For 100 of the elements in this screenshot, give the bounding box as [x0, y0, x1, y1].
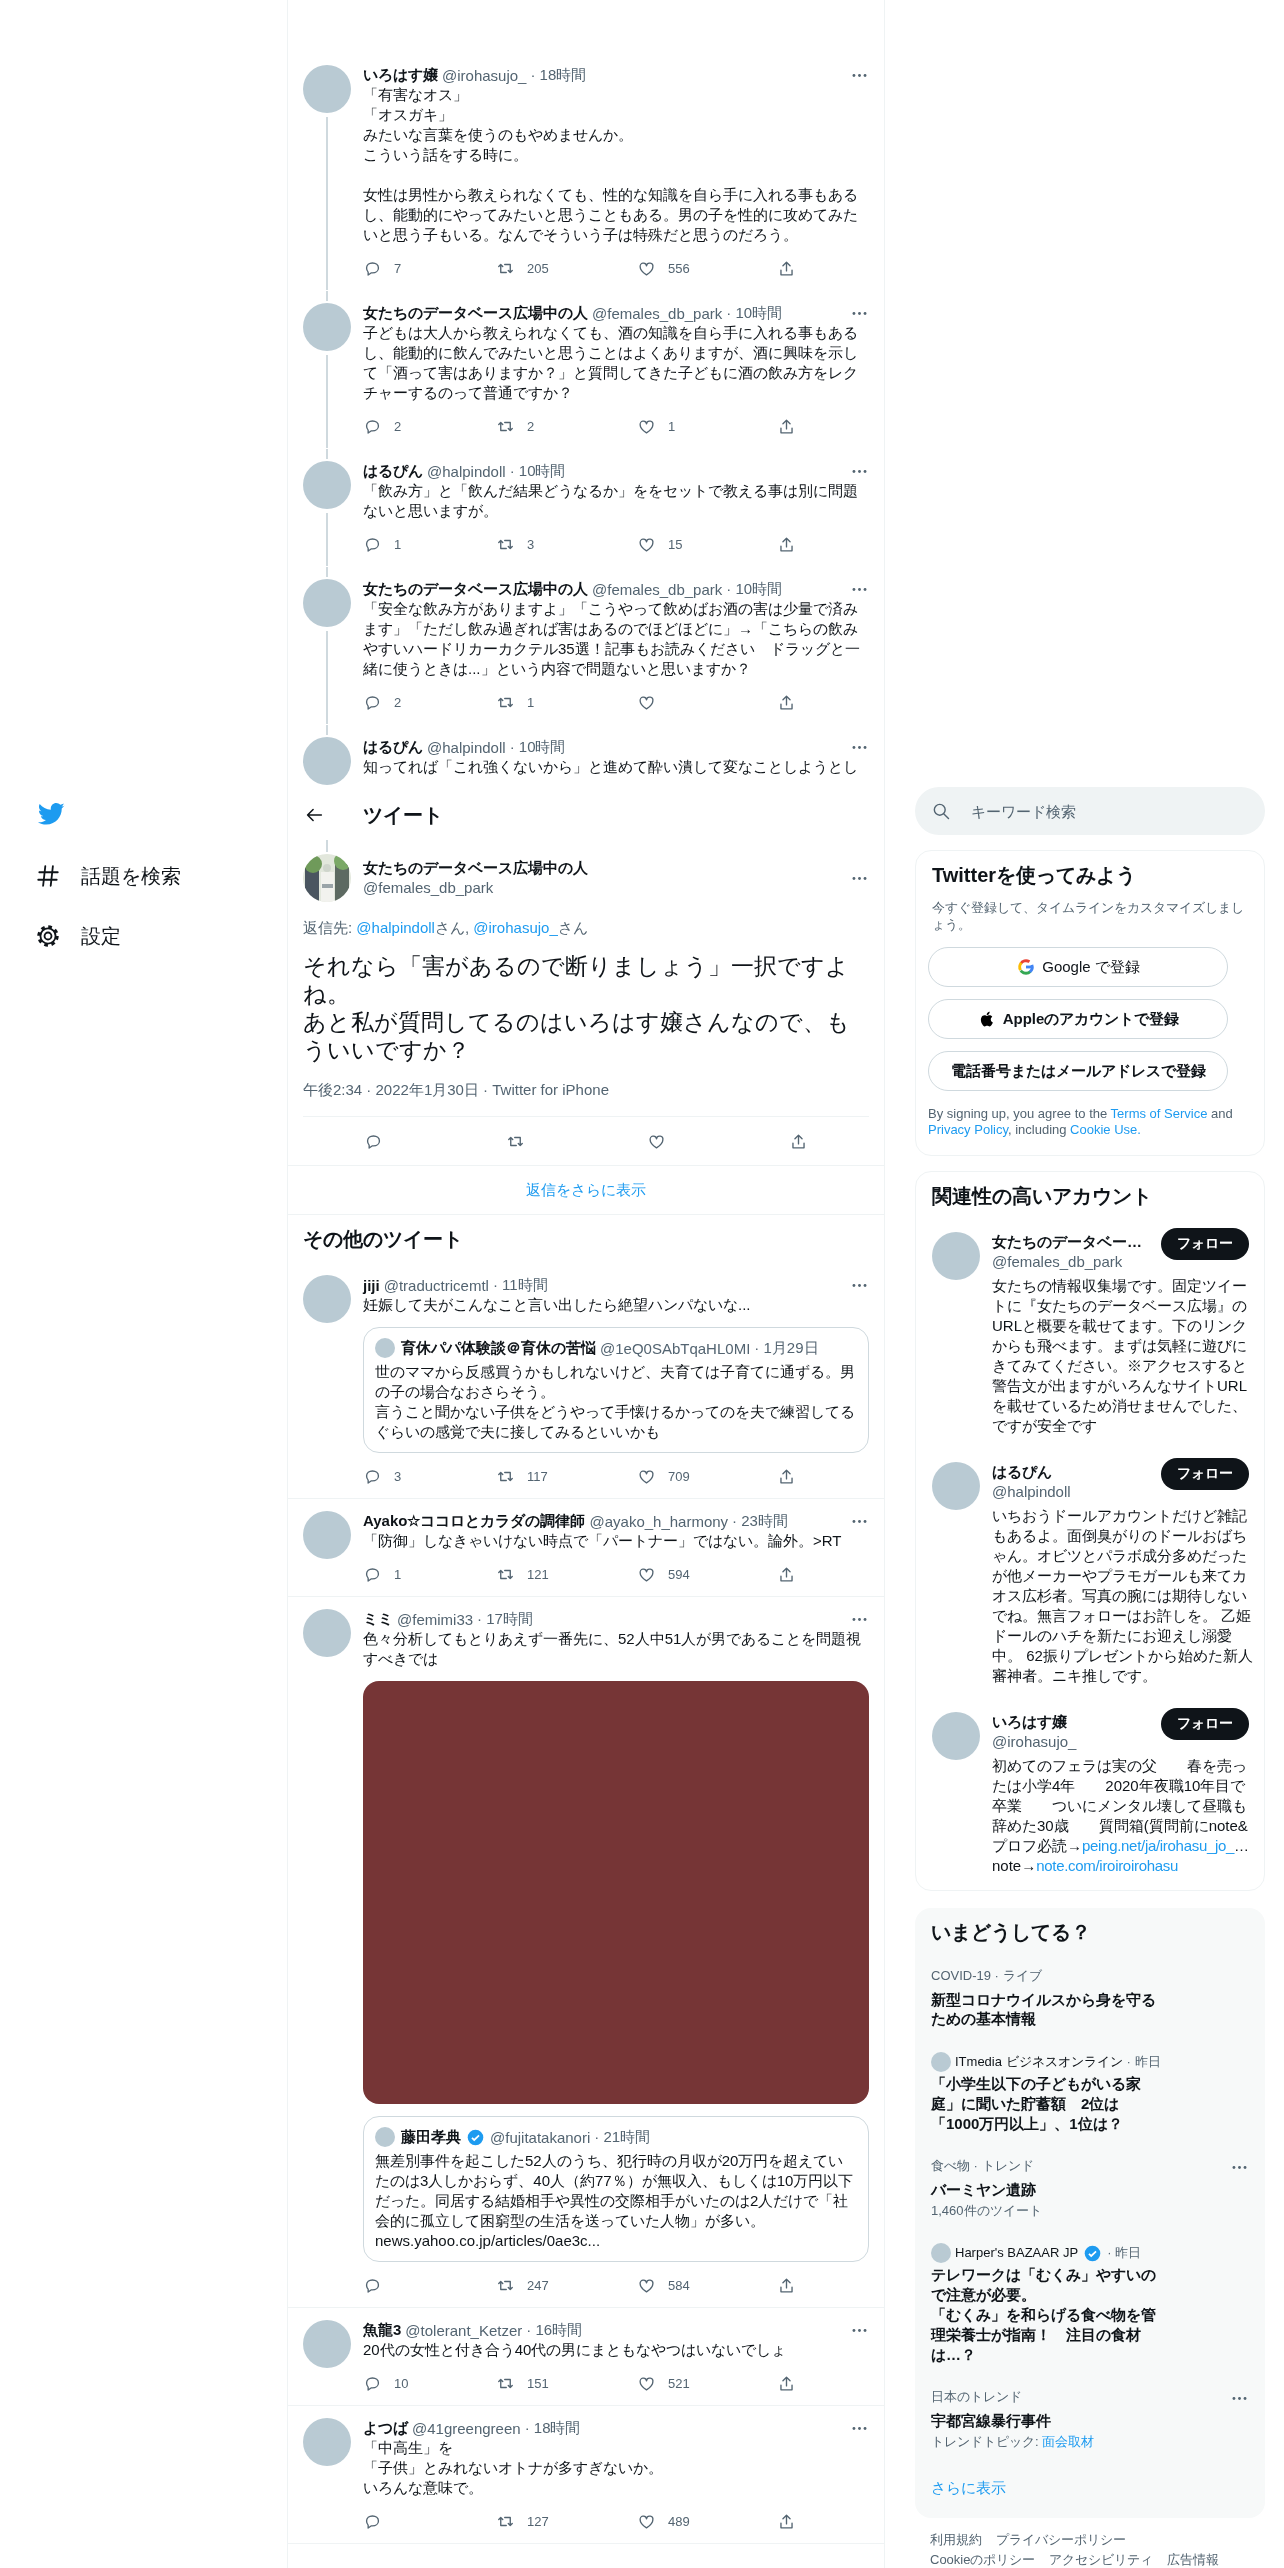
avatar[interactable]: [303, 1275, 351, 1323]
tweet-time: · 10時間: [509, 461, 566, 481]
quoted-tweet[interactable]: 藤田孝典 @fujitatakanori · 21時間 無差別事件を起こした52人のうち、犯行時の月収が20万円を超えていたのは3人しかおらず、40人（約77％）が無収入、もしくは10万円以下だった。同居する結婚相手や異性の交際相手がいたのは2人だけで「社会的に孤立して困窮型の生活を送っていた人物」が多い。 news.yahoo.co.jp/articles/0ae3c...: [363, 2116, 869, 2262]
tweet-text: 「飲み方」と「飲んだ結果どうなるか」ををセットで教える事は別に問題ないと思いますが。: [363, 481, 859, 521]
avatar[interactable]: [303, 579, 351, 627]
author-name: よつば: [363, 2418, 408, 2438]
author-handle: @ayako_h_harmony: [589, 1512, 729, 1530]
avatar[interactable]: [303, 303, 351, 351]
account-name: はるぴん: [992, 1462, 1053, 1482]
follow-button[interactable]: フォロー: [1161, 1228, 1249, 1260]
page-title: ツイート: [363, 802, 443, 828]
share-icon: [777, 416, 796, 436]
account-handle: @irohasujo_: [992, 1732, 1077, 1752]
share-icon: [777, 2511, 796, 2531]
retweet-button[interactable]: 2: [496, 416, 637, 436]
avatar: [375, 1338, 395, 1358]
author-handle: @fujitatakanori: [490, 2128, 591, 2146]
retweet-button[interactable]: 205: [496, 258, 637, 278]
like-button[interactable]: 709: [637, 1466, 777, 1486]
tweet-time: · 17時間: [477, 1609, 533, 1629]
author-name: 女たちのデータベース広場中の人: [363, 303, 588, 323]
tweet-text: 言うこと聞かない子供をどうやって手懐けるかってのを夫で練習してるぐらいの感覚で夫に接してみるといいかも: [375, 1402, 856, 1442]
follow-button[interactable]: フォロー: [1161, 1458, 1249, 1490]
hash-icon: [35, 863, 61, 889]
retweet-button[interactable]: 247: [496, 2275, 637, 2295]
tweet-text: 妊娠して夫がこんなこと言い出したら絶望ハンパないな...: [363, 1295, 752, 1315]
search-icon: [931, 801, 951, 821]
like-button[interactable]: 1: [637, 416, 777, 436]
tweet-text: 「子供」とみれないオトナが多すぎないか。: [363, 2458, 664, 2478]
author-name: はるぴん: [363, 737, 423, 757]
avatar[interactable]: [303, 2320, 351, 2368]
reply-button[interactable]: 1: [363, 534, 496, 554]
trend-item[interactable]: ITmedia ビジネスオンライン · 昨日 「小学生以下の子どもがいる家庭」に聞いた貯蓄額 2位は「1000万円以上」、1位は？: [915, 2040, 1265, 2146]
card-title: いまどうしてる？: [930, 1920, 1092, 1945]
tweet-text: こういう話をする時に。: [363, 145, 529, 165]
avatar[interactable]: [303, 2418, 351, 2466]
share-icon: [777, 2275, 796, 2295]
section-title: その他のツイート: [302, 1227, 464, 1252]
trend-item[interactable]: 日本のトレンド 宇都宮線暴行事件 トレンドトピック: 面会取材: [915, 2377, 1265, 2462]
author-name: 魚龍3: [363, 2320, 402, 2340]
quoted-tweet[interactable]: 育休パパ体験談＠育休の苦悩 @1eQ0SAbTqaHL0MI · 1月29日 世のママから反感買うかもしれないけど、夫育ては子育てに通ずる。男の子の場合なおさらそう。 言うこと聞かない子供をどうやって手懐けるかってのを夫で練習してるぐらいの感覚で夫に接してみるといいかも: [363, 1327, 869, 1453]
footer-link[interactable]: 利用規約: [930, 2530, 982, 2550]
footer-link[interactable]: 広告情報: [1167, 2550, 1220, 2568]
news-headline: 「むくみ」を和らげる食べ物を管理栄養士が指南！ 注目の食材は…？: [931, 2305, 1157, 2365]
like-button[interactable]: 556: [637, 258, 777, 278]
trend-item[interactable]: Harper's BAZAAR JP · 昨日 テレワークは「むくみ」やすいので注意が必要。 「むくみ」を和らげる食べ物を管理栄養士が指南！ 注目の食材は…？: [915, 2231, 1265, 2377]
card-subtitle: 今すぐ登録して、タイムラインをカスタマイズしましょう。: [931, 899, 1245, 933]
trend-item[interactable]: COVID-19 · ライブ 新型コロナウイルスから身を守るための基本情報: [915, 1956, 1265, 2040]
nav-link[interactable]: 話題を検索: [35, 846, 287, 906]
share-icon: [777, 1564, 796, 1584]
reply-button[interactable]: 10: [363, 2373, 496, 2393]
author-handle: @females_db_park: [363, 878, 495, 898]
reply-button[interactable]: 1: [363, 1564, 496, 1584]
like-button[interactable]: 584: [637, 2275, 777, 2295]
account-name: いろはす嬢: [992, 1712, 1068, 1732]
avatar[interactable]: [303, 1511, 351, 1559]
avatar[interactable]: [303, 737, 351, 785]
link[interactable]: news.yahoo.co.jp/articles/0ae3c...: [375, 2231, 857, 2251]
like-button[interactable]: 489: [637, 2511, 777, 2531]
account-bio: 初めてのフェラは実の父 春を売ったは小学4年 2020年夜職10年目で卒業 ついにメンタル壊して昼職も辞めた30歳 質問箱(質問前にnote&プロフ必読→peing.net/ja/irohasu_jo_… note→note.com/iroiroirohasu: [992, 1756, 1251, 1876]
author-handle: @tolerant_Ketzer: [405, 2321, 523, 2339]
footer-link[interactable]: プライバシーポリシー: [996, 2530, 1126, 2550]
footer-link[interactable]: Cookieのポリシー: [930, 2550, 1036, 2568]
tweet-time: · 10時間: [509, 737, 566, 757]
retweet-button[interactable]: 1: [496, 692, 637, 712]
like-button[interactable]: 594: [637, 1564, 777, 1584]
retweet-button[interactable]: 151: [496, 2373, 637, 2393]
author-handle: @traductricemtl: [383, 1276, 489, 1294]
author-name: 藤田孝典: [401, 2127, 461, 2147]
author-name: 女たちのデータベース広場中の人: [363, 858, 588, 878]
share-icon: [777, 258, 796, 278]
retweet-button[interactable]: 127: [496, 2511, 637, 2531]
avatar[interactable]: [303, 1609, 351, 1657]
avatar[interactable]: [303, 65, 351, 113]
reply-button[interactable]: 2: [363, 416, 496, 436]
tweet-text: 知ってれば「これ強くないから」と進めて酔い潰して変なことしようとし: [363, 757, 859, 777]
footer-link[interactable]: アクセシビリティ: [1049, 2550, 1154, 2568]
search-field[interactable]: キーワード検索: [915, 787, 1265, 835]
news-source: ITmedia ビジネスオンライン: [955, 2053, 1123, 2071]
avatar[interactable]: [303, 461, 351, 509]
reply-button[interactable]: 7: [363, 258, 496, 278]
nav-link[interactable]: 設定: [35, 906, 287, 966]
trend-item[interactable]: 食べ物 · トレンド バーミヤン遺跡 1,460件のツイート: [915, 2146, 1265, 2231]
logo-icon: [1016, 957, 1037, 977]
avatar: [375, 2127, 395, 2147]
retweet-button[interactable]: 3: [496, 534, 637, 554]
author-handle: @females_db_park: [592, 304, 723, 322]
retweet-button[interactable]: 117: [496, 1466, 637, 1486]
tweet-text: 子どもは大人から教えられなくても、酒の知識を自ら手に入れる事もあるし、能動的に飲んでみたいと思うことはよくありますが、酒に興味を示して「酒って害はありますか？」と質問してきた子どもに酒の飲み方をレクチャーするのって普通ですか？: [363, 323, 859, 403]
bird-icon[interactable]: [37, 800, 65, 828]
like-button[interactable]: 15: [637, 534, 777, 554]
retweet-button[interactable]: 121: [496, 1564, 637, 1584]
reply-button[interactable]: 2: [363, 692, 496, 712]
avatar[interactable]: [932, 1232, 980, 1280]
avatar[interactable]: [932, 1462, 980, 1510]
avatar[interactable]: [932, 1712, 980, 1760]
follow-button[interactable]: フォロー: [1161, 1708, 1249, 1740]
like-button[interactable]: 521: [637, 2373, 777, 2393]
tweet-text: 「オスガキ」: [363, 105, 454, 125]
reply-button[interactable]: 3: [363, 1466, 496, 1486]
